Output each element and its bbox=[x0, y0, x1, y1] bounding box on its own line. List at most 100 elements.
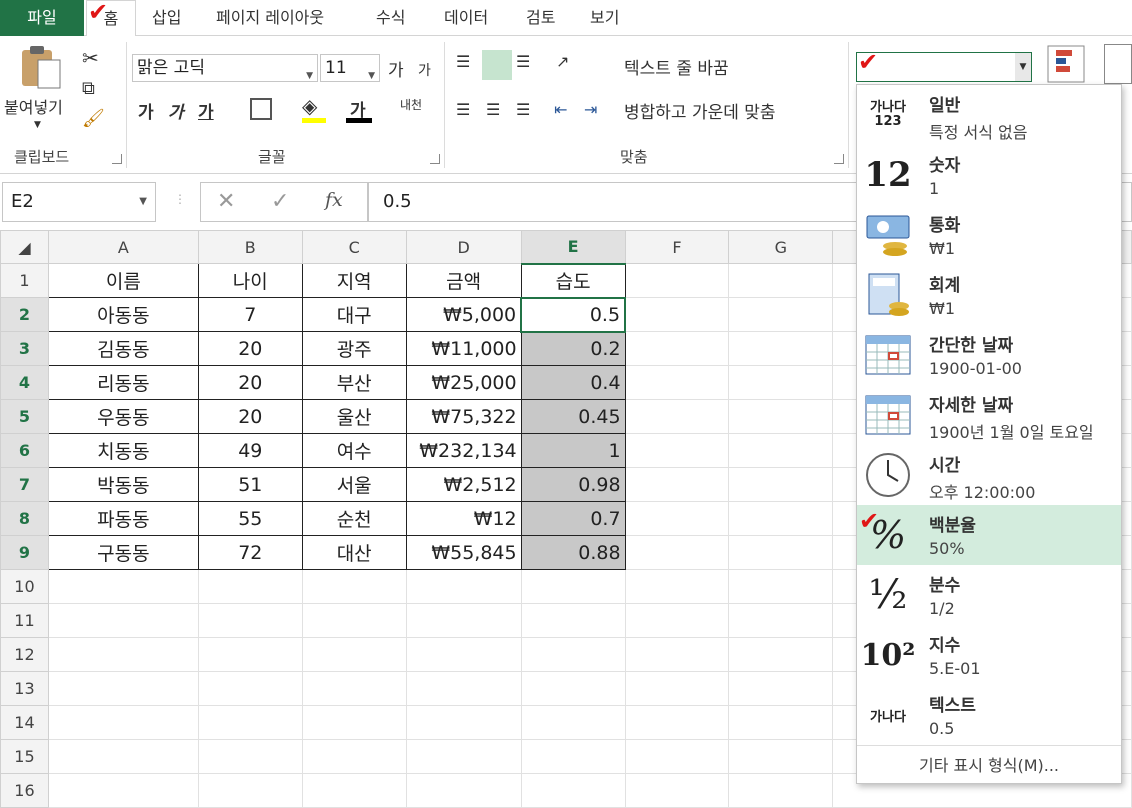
cell[interactable] bbox=[520, 739, 626, 774]
cell[interactable] bbox=[624, 739, 730, 774]
decrease-indent-icon[interactable]: ⇤ bbox=[554, 100, 567, 119]
cancel-icon[interactable]: ✕ bbox=[217, 189, 235, 214]
format-option-fraction[interactable]: ½ 분수 1/2 bbox=[857, 565, 1121, 625]
tab-file[interactable]: 파일 bbox=[0, 0, 84, 36]
header-cell-amount[interactable]: 금액 bbox=[405, 263, 522, 298]
fill-color-icon[interactable]: ◈ bbox=[302, 94, 317, 118]
phonetic-button[interactable]: 내천 bbox=[400, 96, 422, 113]
format-option-percentage[interactable]: % 백분율 50% ✔ bbox=[857, 505, 1121, 565]
italic-button[interactable]: 가 bbox=[168, 98, 184, 123]
selected-cell[interactable]: 0.2 bbox=[520, 331, 626, 366]
conditional-format-icon[interactable] bbox=[1046, 44, 1086, 84]
cell[interactable]: 구동동 bbox=[47, 535, 199, 570]
cell[interactable]: 여수 bbox=[301, 433, 407, 468]
tab-page-layout[interactable]: 페이지 레이아웃 bbox=[216, 0, 324, 36]
align-center-icon[interactable]: ☰ bbox=[486, 100, 500, 119]
column-header-a[interactable]: A bbox=[47, 230, 199, 264]
cell[interactable] bbox=[197, 705, 303, 740]
paste-button[interactable]: 붙여넣기 bbox=[4, 94, 63, 118]
cell[interactable] bbox=[47, 671, 199, 706]
cell[interactable] bbox=[197, 671, 303, 706]
format-option-long-date[interactable]: 자세한 날짜 1900년 1월 0일 토요일 bbox=[857, 385, 1121, 445]
cell[interactable]: 리동동 bbox=[47, 365, 199, 400]
cell[interactable] bbox=[197, 603, 303, 638]
cell[interactable]: 51 bbox=[197, 467, 303, 502]
column-header-g[interactable]: G bbox=[728, 230, 834, 264]
align-left-icon[interactable]: ☰ bbox=[456, 100, 470, 119]
wrap-text-button[interactable]: 텍스트 줄 바꿈 bbox=[624, 54, 729, 79]
cell[interactable] bbox=[520, 773, 626, 808]
cell[interactable] bbox=[624, 467, 730, 502]
selected-cell[interactable]: 0.4 bbox=[520, 365, 626, 400]
shrink-font-button[interactable]: 가 bbox=[418, 60, 431, 80]
cell[interactable] bbox=[624, 705, 730, 740]
cell[interactable] bbox=[301, 705, 407, 740]
row-header[interactable]: 13 bbox=[0, 671, 49, 706]
font-name-select[interactable]: 맑은 고딕 ▼ bbox=[132, 54, 318, 82]
column-header-c[interactable]: C bbox=[301, 230, 407, 264]
selected-cell[interactable]: 0.45 bbox=[520, 399, 626, 434]
cell[interactable] bbox=[728, 603, 834, 638]
row-header[interactable]: 4 bbox=[0, 365, 49, 400]
cell[interactable] bbox=[197, 773, 303, 808]
format-option-scientific[interactable]: 10² 지수 5.E-01 bbox=[857, 625, 1121, 685]
cell[interactable] bbox=[728, 297, 834, 332]
cell[interactable] bbox=[624, 263, 730, 298]
tab-view[interactable]: 보기 bbox=[590, 0, 619, 36]
font-launcher-icon[interactable] bbox=[430, 154, 440, 164]
format-painter-icon[interactable]: 🖌 bbox=[82, 108, 105, 129]
cell[interactable] bbox=[405, 569, 522, 604]
cell[interactable]: 7 bbox=[197, 297, 303, 332]
cell[interactable] bbox=[47, 739, 199, 774]
chevron-down-icon[interactable]: ▼ bbox=[1015, 53, 1031, 81]
row-header[interactable]: 16 bbox=[0, 773, 49, 808]
cell[interactable]: 파동동 bbox=[47, 501, 199, 536]
format-option-general[interactable]: 가나다 123 일반 특정 서식 없음 bbox=[857, 85, 1121, 145]
selected-cell[interactable]: 0.7 bbox=[520, 501, 626, 536]
cell[interactable]: ₩25,000 bbox=[405, 365, 522, 400]
cell[interactable] bbox=[728, 705, 834, 740]
cell[interactable] bbox=[197, 569, 303, 604]
row-header[interactable]: 6 bbox=[0, 433, 49, 468]
align-bottom-icon[interactable]: ☰ bbox=[516, 52, 530, 71]
cell[interactable] bbox=[301, 603, 407, 638]
cell[interactable]: 박동동 bbox=[47, 467, 199, 502]
cell[interactable] bbox=[47, 705, 199, 740]
cell[interactable] bbox=[624, 297, 730, 332]
cell[interactable]: ₩232,134 bbox=[405, 433, 522, 468]
cell[interactable] bbox=[728, 637, 834, 672]
cell[interactable]: 49 bbox=[197, 433, 303, 468]
cell[interactable] bbox=[624, 671, 730, 706]
align-middle-icon[interactable] bbox=[482, 50, 512, 80]
cell[interactable] bbox=[405, 603, 522, 638]
cell[interactable]: 20 bbox=[197, 331, 303, 366]
copy-icon[interactable]: ⧉ bbox=[82, 78, 95, 99]
row-header[interactable]: 1 bbox=[0, 263, 49, 298]
cell[interactable] bbox=[301, 637, 407, 672]
cell[interactable] bbox=[728, 433, 834, 468]
cell[interactable] bbox=[624, 501, 730, 536]
cell[interactable] bbox=[728, 263, 834, 298]
insert-function-button[interactable]: fx bbox=[325, 189, 343, 211]
cell[interactable] bbox=[405, 637, 522, 672]
cell[interactable] bbox=[624, 535, 730, 570]
header-cell-name[interactable]: 이름 bbox=[47, 263, 199, 298]
cell[interactable] bbox=[728, 365, 834, 400]
row-header[interactable]: 9 bbox=[0, 535, 49, 570]
cell[interactable]: 20 bbox=[197, 365, 303, 400]
cell[interactable] bbox=[624, 399, 730, 434]
cell[interactable] bbox=[728, 535, 834, 570]
cell[interactable]: 20 bbox=[197, 399, 303, 434]
cell[interactable] bbox=[624, 569, 730, 604]
cell[interactable] bbox=[301, 773, 407, 808]
cell[interactable] bbox=[520, 671, 626, 706]
tab-review[interactable]: 검토 bbox=[526, 0, 555, 36]
increase-indent-icon[interactable]: ⇥ bbox=[584, 100, 597, 119]
cell[interactable]: 대산 bbox=[301, 535, 407, 570]
cell[interactable]: ₩75,322 bbox=[405, 399, 522, 434]
header-cell-humidity[interactable]: 습도 bbox=[520, 263, 626, 298]
column-header-f[interactable]: F bbox=[624, 230, 730, 264]
row-header[interactable]: 3 bbox=[0, 331, 49, 366]
format-option-currency[interactable]: 통화 ₩1 bbox=[857, 205, 1121, 265]
cell[interactable]: 서울 bbox=[301, 467, 407, 502]
